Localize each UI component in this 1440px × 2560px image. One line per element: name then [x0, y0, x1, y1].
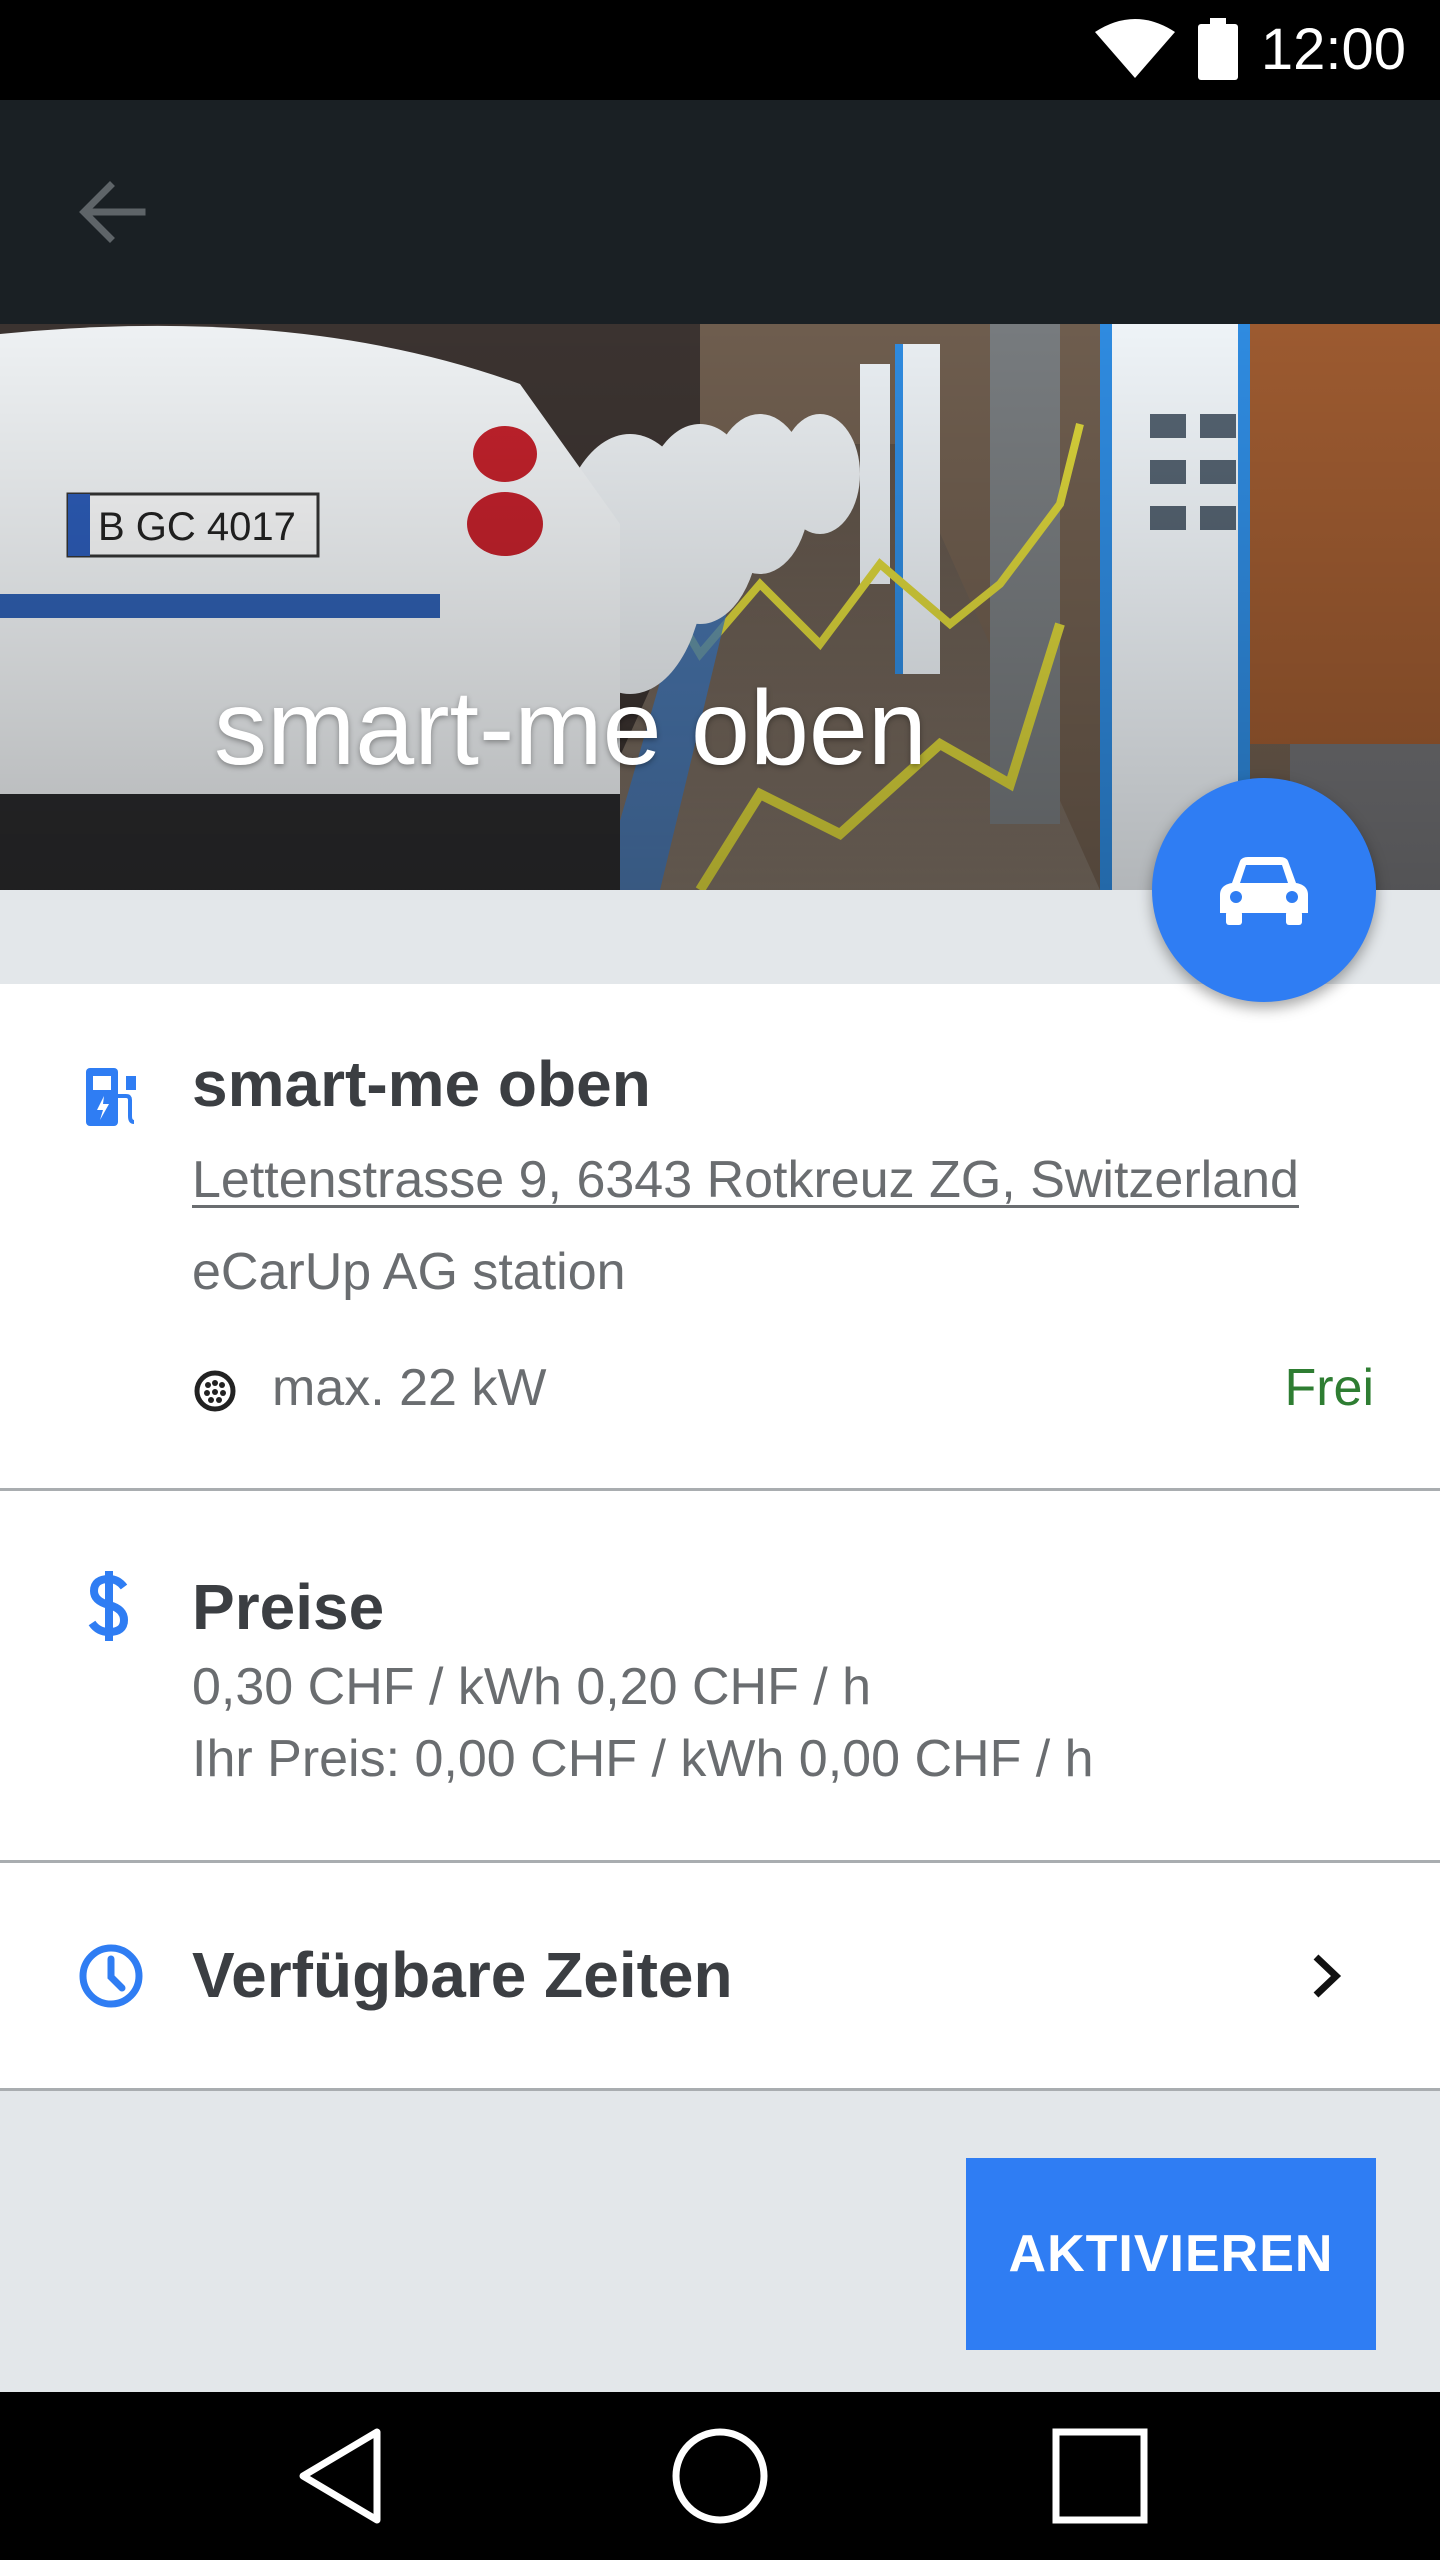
- car-icon: [1220, 857, 1308, 925]
- prices-title: Preise: [192, 1571, 385, 1643]
- status-bar: 12:00: [0, 0, 1440, 100]
- toolbar: [0, 100, 1440, 324]
- available-times-title: Verfügbare Zeiten: [192, 1939, 733, 2011]
- dollar-icon: [88, 1571, 129, 1641]
- nav-recents-button[interactable]: [1000, 2392, 1200, 2560]
- nav-back-button[interactable]: [240, 2392, 440, 2560]
- connector-icon: [194, 1370, 236, 1412]
- arrow-back-icon: [79, 181, 146, 243]
- nav-home-button[interactable]: [620, 2392, 820, 2560]
- chevron-right-icon: [1313, 1954, 1342, 1998]
- station-address-link[interactable]: Lettenstrasse 9, 6343 Rotkreuz ZG, Switz…: [192, 1148, 1299, 1212]
- station-operator: eCarUp AG station: [192, 1243, 626, 1301]
- nav-recents-icon: [1052, 2428, 1148, 2524]
- hero-title: smart-me oben: [214, 669, 927, 787]
- status-badge: Frei: [1284, 1359, 1374, 1417]
- clock-icon: [79, 1944, 143, 2008]
- system-nav-bar: [0, 2392, 1440, 2560]
- nav-back-icon: [299, 2428, 381, 2524]
- charging-station-icon: [86, 1068, 136, 1126]
- battery-icon: [1198, 18, 1238, 80]
- your-price: Ihr Preis: 0,00 CHF / kWh 0,00 CHF / h: [192, 1730, 1094, 1788]
- prices-card: Preise 0,30 CHF / kWh 0,20 CHF / h Ihr P…: [0, 1491, 1440, 1863]
- standard-price: 0,30 CHF / kWh 0,20 CHF / h: [192, 1658, 872, 1716]
- navigate-car-button[interactable]: [1152, 778, 1376, 1002]
- station-card: smart-me oben Lettenstrasse 9, 6343 Rotk…: [0, 984, 1440, 1491]
- wifi-icon: [1095, 19, 1175, 78]
- available-times-row[interactable]: Verfügbare Zeiten: [0, 1863, 1440, 2091]
- clock-time: 12:00: [1260, 17, 1406, 82]
- max-power: max. 22 kW: [272, 1359, 547, 1417]
- station-name: smart-me oben: [192, 1048, 651, 1120]
- back-button[interactable]: [60, 148, 164, 276]
- activate-button[interactable]: AKTIVIEREN: [966, 2158, 1376, 2350]
- nav-home-icon: [672, 2428, 768, 2524]
